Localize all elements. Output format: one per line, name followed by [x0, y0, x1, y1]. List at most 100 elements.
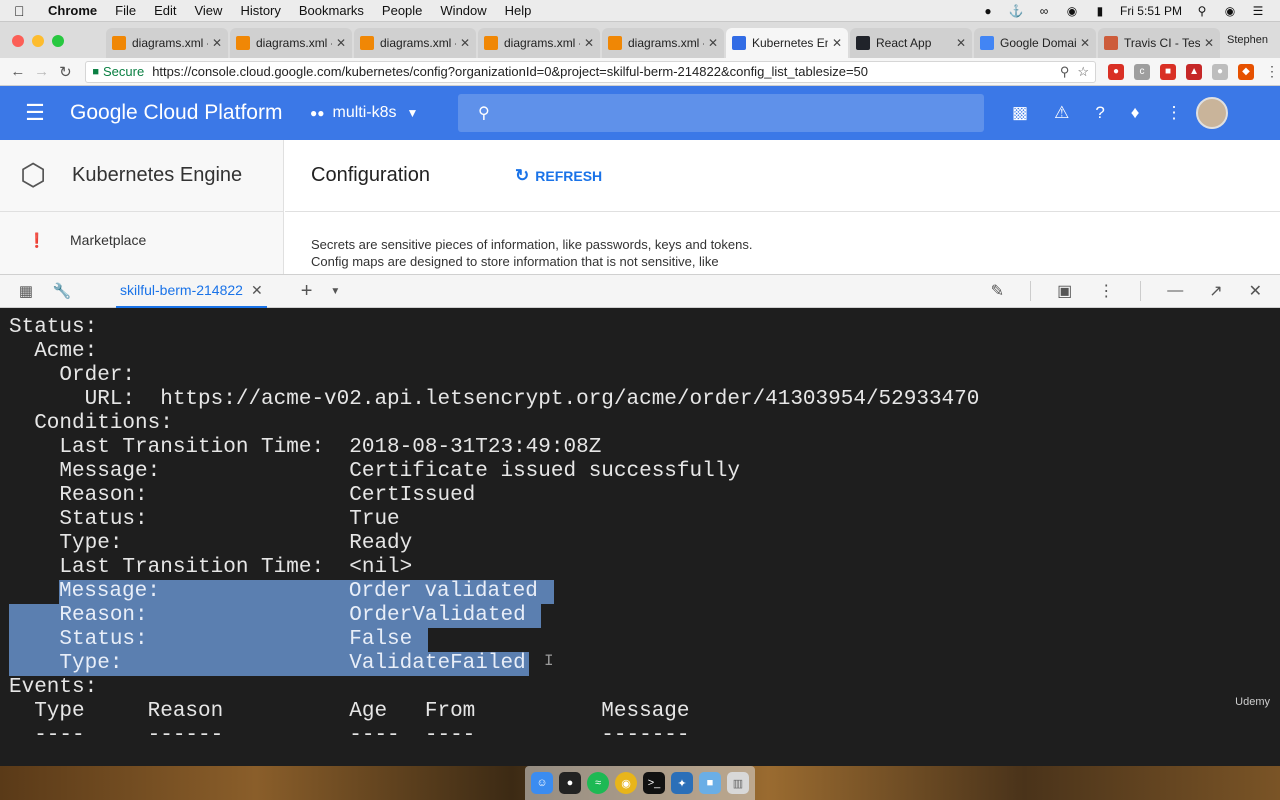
open-new-window-icon[interactable]: ↗	[1209, 281, 1222, 301]
menu-view[interactable]: View	[194, 3, 222, 18]
avatar[interactable]	[1196, 97, 1229, 129]
menu-people[interactable]: People	[382, 3, 422, 18]
browser-tab[interactable]: Kubernetes Eng ✕	[726, 28, 848, 58]
reload-icon[interactable]: ↻	[54, 63, 78, 81]
tab-close-icon[interactable]: ✕	[584, 36, 594, 50]
menu-file[interactable]: File	[115, 3, 136, 18]
terminal-icon[interactable]: >_	[643, 772, 665, 794]
chrome-icon[interactable]: ◉	[615, 772, 637, 794]
tab-title: Kubernetes Eng	[752, 36, 828, 50]
spotify-icon[interactable]: ≈	[587, 772, 609, 794]
tab-close-icon[interactable]: ✕	[336, 36, 346, 50]
terminal-line: ---- ------ ---- ---- -------	[9, 724, 690, 747]
close-icon[interactable]: ✕	[251, 282, 263, 299]
tab-close-icon[interactable]: ✕	[956, 36, 966, 50]
browser-tab[interactable]: diagrams.xml - ✕	[354, 28, 476, 58]
docker-status-icon[interactable]: ⚓	[1008, 4, 1024, 18]
more-vert-icon[interactable]: ⋮	[1098, 281, 1114, 301]
extension-icon-5[interactable]: ●	[1212, 63, 1229, 80]
tab-close-icon[interactable]: ✕	[832, 36, 842, 50]
menu-window[interactable]: Window	[440, 3, 486, 18]
hamburger-menu-icon[interactable]: ☰	[0, 100, 70, 126]
extension-icon-6[interactable]: ◆	[1238, 63, 1255, 80]
apple-icon[interactable]: 	[14, 3, 36, 19]
browser-tab[interactable]: diagrams.xml - ✕	[602, 28, 724, 58]
forward-icon[interactable]: →	[30, 63, 54, 80]
terminal[interactable]: Status: Acme: Order: URL: https://acme-v…	[0, 308, 1280, 766]
shell-session-tab[interactable]: skilful-berm-214822 ✕	[116, 274, 267, 308]
edit-pencil-icon[interactable]: ✎	[991, 281, 1004, 301]
zoom-window-button[interactable]	[52, 35, 64, 47]
menu-history[interactable]: History	[240, 3, 280, 18]
sidebar-item-marketplace[interactable]: ❗ Marketplace	[0, 212, 283, 268]
menubar-clock[interactable]: Fri 5:51 PM	[1120, 4, 1182, 18]
add-tab-icon[interactable]: +	[301, 280, 313, 303]
wrench-icon[interactable]: 🔧	[44, 282, 80, 300]
menu-app-name[interactable]: Chrome	[48, 3, 97, 18]
help-icon[interactable]: ?	[1095, 103, 1104, 123]
menu-help[interactable]: Help	[505, 3, 532, 18]
browser-tab[interactable]: Google Domain ✕	[974, 28, 1096, 58]
refresh-icon: ↻	[515, 165, 530, 185]
chrome-menu-icon[interactable]: ⋮	[1264, 63, 1280, 80]
tab-title: diagrams.xml -	[628, 36, 704, 50]
menu-bookmarks[interactable]: Bookmarks	[299, 3, 364, 18]
back-icon[interactable]: ←	[6, 63, 30, 80]
browser-tab[interactable]: Travis CI - Test ✕	[1098, 28, 1220, 58]
refresh-button[interactable]: ↻ REFRESH	[515, 166, 602, 186]
tab-close-icon[interactable]: ✕	[1080, 36, 1090, 50]
project-name: multi-k8s	[332, 104, 397, 121]
bookmark-star-icon[interactable]: ☆	[1077, 64, 1089, 80]
siri-icon[interactable]: ◉	[1222, 4, 1238, 18]
minimize-icon[interactable]: —	[1167, 282, 1183, 300]
browser-tab[interactable]: diagrams.xml - ✕	[478, 28, 600, 58]
extension-css-icon[interactable]: c	[1134, 63, 1151, 80]
profile-name[interactable]: Stephen	[1227, 34, 1280, 58]
tab-close-icon[interactable]: ✕	[212, 36, 222, 50]
web-preview-icon[interactable]: ▣	[1057, 281, 1072, 301]
wifi-icon[interactable]: ◉	[1064, 4, 1080, 18]
obs-status-icon[interactable]: ●	[980, 4, 996, 18]
project-selector[interactable]: ●● multi-k8s ▼	[310, 104, 458, 122]
chevron-down-icon[interactable]: ▼	[330, 286, 340, 297]
extension-icon-1[interactable]: ●	[1108, 63, 1125, 80]
url-text[interactable]: https://console.cloud.google.com/kuberne…	[152, 64, 1052, 79]
notifications-bell-icon[interactable]: ♦	[1131, 103, 1140, 123]
tab-favicon-icon	[608, 36, 622, 50]
tab-close-icon[interactable]: ✕	[460, 36, 470, 50]
extension-icon-4[interactable]: ▲	[1186, 63, 1203, 80]
gcp-header: ☰ Google Cloud Platform ●● multi-k8s ▼ ⚲…	[0, 86, 1280, 140]
folder-icon[interactable]: ■	[699, 772, 721, 794]
tab-favicon-icon	[484, 36, 498, 50]
trash-icon[interactable]: ▥	[727, 772, 749, 794]
omnibox[interactable]: ■ Secure https://console.cloud.google.co…	[85, 60, 1097, 83]
gcp-brand[interactable]: Google Cloud Platform	[70, 101, 310, 125]
cloud-shell-icon[interactable]: ▩	[1012, 103, 1028, 123]
notification-center-icon[interactable]: ☰	[1250, 4, 1266, 18]
shell-actions: ✎ ▣ ⋮ — ↗ ✕	[991, 281, 1280, 301]
chevron-down-icon: ▼	[406, 106, 419, 120]
battery-icon[interactable]: ▮	[1092, 4, 1108, 18]
zoom-icon[interactable]: ⚲	[1060, 64, 1070, 80]
spotlight-search-icon[interactable]: ⚲	[1194, 4, 1210, 18]
minimize-window-button[interactable]	[32, 35, 44, 47]
more-vert-icon[interactable]: ⋮	[1165, 103, 1182, 123]
tab-close-icon[interactable]: ✕	[708, 36, 718, 50]
tab-favicon-icon	[732, 36, 746, 50]
feedback-icon[interactable]: ⚠	[1054, 103, 1069, 123]
close-window-button[interactable]	[12, 35, 24, 47]
extension-icon-3[interactable]: ■	[1160, 63, 1177, 80]
tab-close-icon[interactable]: ✕	[1204, 36, 1214, 50]
browser-tab[interactable]: diagrams.xml - ✕	[230, 28, 352, 58]
vscode-icon[interactable]: ✦	[671, 772, 693, 794]
close-icon[interactable]: ✕	[1249, 281, 1262, 301]
browser-tab[interactable]: React App ✕	[850, 28, 972, 58]
tab-title: diagrams.xml -	[504, 36, 580, 50]
keyboard-icon[interactable]: ▦	[8, 282, 44, 300]
glasses-status-icon[interactable]: ∞	[1036, 4, 1052, 18]
menu-edit[interactable]: Edit	[154, 3, 176, 18]
obs-icon[interactable]: ●	[559, 772, 581, 794]
finder-icon[interactable]: ☺	[531, 772, 553, 794]
search-bar[interactable]: ⚲	[458, 94, 984, 132]
browser-tab[interactable]: diagrams.xml - ✕	[106, 28, 228, 58]
